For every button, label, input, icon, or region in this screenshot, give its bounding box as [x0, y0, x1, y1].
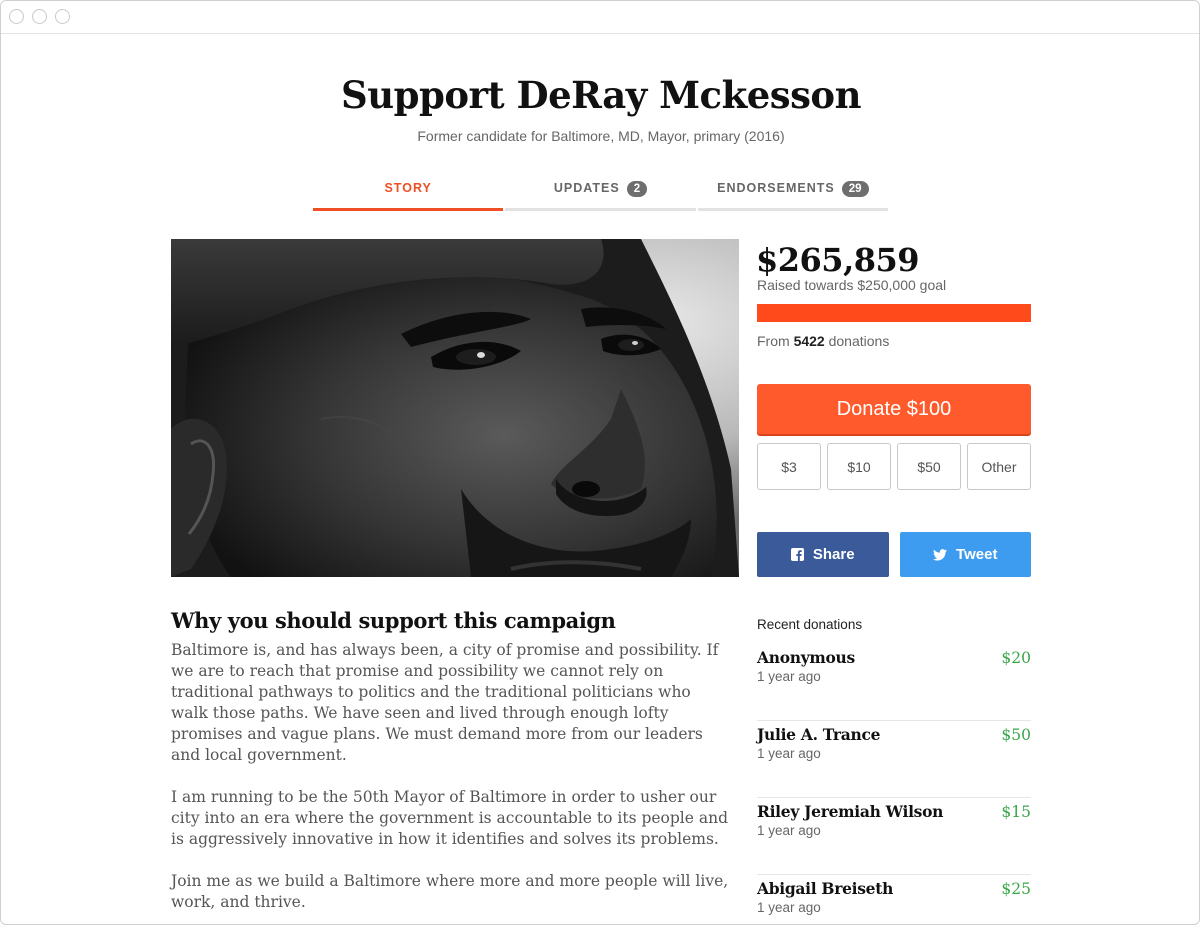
close-window-button[interactable] — [9, 9, 24, 24]
tab-story-label: STORY — [384, 181, 432, 195]
twitter-tweet-label: Tweet — [956, 546, 998, 563]
tab-endorsements-label: ENDORSEMENTS — [717, 181, 835, 195]
donations-prefix: From — [757, 333, 790, 349]
donation-count-text: From 5422 donations — [757, 333, 889, 349]
portrait-photo-icon — [171, 239, 739, 577]
donor-name: Anonymous — [757, 648, 855, 667]
story-paragraph: I am running to be the 50th Mayor of Bal… — [171, 788, 729, 848]
list-item: Abigail Breiseth 1 year ago $25 — [757, 875, 1031, 924]
donation-time: 1 year ago — [757, 823, 821, 838]
recent-donations-title: Recent donations — [757, 617, 863, 632]
donate-amount-other-button[interactable]: Other — [967, 443, 1031, 490]
window-titlebar — [1, 1, 1199, 34]
donation-time: 1 year ago — [757, 900, 821, 915]
page-title: Support DeRay Mckesson — [341, 73, 862, 117]
goal-text: Raised towards $250,000 goal — [757, 277, 947, 293]
donate-amount-50-button[interactable]: $50 — [897, 443, 961, 490]
twitter-icon — [933, 548, 948, 560]
recent-donations-list: Anonymous 1 year ago $20 Julie A. Trance… — [757, 644, 1031, 924]
list-item: Riley Jeremiah Wilson 1 year ago $15 — [757, 798, 1031, 875]
donor-name: Abigail Breiseth — [757, 879, 894, 898]
twitter-tweet-button[interactable]: Tweet — [899, 532, 1031, 577]
donor-name: Julie A. Trance — [757, 725, 881, 744]
list-item: Anonymous 1 year ago $20 — [757, 644, 1031, 721]
donor-name: Riley Jeremiah Wilson — [757, 802, 944, 821]
donate-amount-10-button[interactable]: $10 — [827, 443, 891, 490]
updates-count-badge: 2 — [626, 181, 648, 197]
donation-amount: $50 — [1001, 726, 1031, 744]
endorsements-count-badge: 29 — [841, 181, 869, 197]
tab-updates-label: UPDATES — [553, 181, 620, 195]
story-paragraph: Join me as we build a Baltimore where mo… — [171, 872, 729, 911]
donation-time: 1 year ago — [757, 669, 821, 684]
story-paragraph: Baltimore is, and has always been, a cit… — [171, 641, 719, 764]
donation-amount-options: $3 $10 $50 Other — [757, 443, 1031, 490]
social-share-buttons: Share Tweet — [757, 532, 1031, 577]
maximize-window-button[interactable] — [55, 9, 70, 24]
donation-time: 1 year ago — [757, 746, 821, 761]
donations-suffix: donations — [828, 333, 890, 349]
facebook-share-button[interactable]: Share — [757, 532, 889, 577]
donations-count: 5422 — [793, 333, 825, 349]
funding-progress-fill — [757, 304, 1031, 322]
tab-story[interactable]: STORY — [313, 176, 504, 211]
campaign-tabs: STORY UPDATES 2 ENDORSEMENTS 29 — [312, 176, 889, 212]
donate-amount-3-button[interactable]: $3 — [757, 443, 821, 490]
candidate-photo — [171, 239, 739, 577]
story-heading: Why you should support this campaign — [171, 608, 616, 633]
story-body: Baltimore is, and has always been, a cit… — [171, 640, 731, 924]
tab-endorsements[interactable]: ENDORSEMENTS 29 — [697, 176, 888, 211]
donation-amount: $25 — [1001, 880, 1031, 898]
minimize-window-button[interactable] — [32, 9, 47, 24]
tab-updates[interactable]: UPDATES 2 — [505, 176, 696, 211]
browser-window: Support DeRay Mckesson Former candidate … — [0, 0, 1200, 925]
page-subtitle: Former candidate for Baltimore, MD, Mayo… — [417, 128, 785, 144]
funding-progress-bar — [757, 304, 1031, 322]
raised-amount: $265,859 — [756, 241, 920, 279]
facebook-icon — [790, 548, 804, 561]
list-item: Julie A. Trance 1 year ago $50 — [757, 721, 1031, 798]
facebook-share-label: Share — [812, 546, 855, 563]
donate-main-button[interactable]: Donate $100 — [757, 384, 1031, 434]
donation-amount: $15 — [1001, 803, 1031, 821]
donation-amount: $20 — [1001, 649, 1031, 667]
